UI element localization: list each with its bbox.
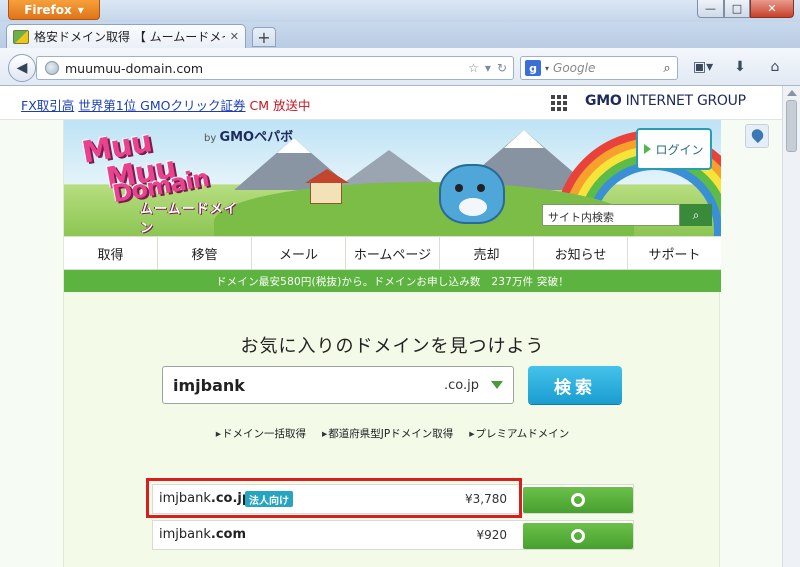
- domain-input[interactable]: imjbank: [173, 376, 444, 395]
- byline-brand: GMOペパボ: [219, 130, 294, 145]
- url-tools: ☆ ▾ ↻: [468, 61, 513, 75]
- scroll-up-icon[interactable]: [787, 90, 797, 96]
- search-icon: ⌕: [692, 207, 700, 222]
- close-window-button[interactable]: ✕: [750, 0, 794, 18]
- mascot-bear-illustration: [439, 164, 505, 224]
- dropdown-arrow-icon[interactable]: ▾: [485, 61, 491, 75]
- feedback-bubble-icon[interactable]: [745, 124, 769, 148]
- home-icon[interactable]: ⌂: [764, 57, 786, 77]
- play-arrow-icon: [644, 144, 652, 154]
- nav-item-news[interactable]: お知らせ: [534, 237, 628, 269]
- bulk-domain-link[interactable]: ドメイン一括取得: [216, 426, 306, 441]
- search-magnifier-icon[interactable]: ⌕: [657, 61, 677, 76]
- tld-dropdown-icon[interactable]: [491, 381, 503, 389]
- available-circle-icon: [571, 529, 585, 543]
- snowcap-illustration: [504, 130, 544, 148]
- minimize-icon: —: [705, 2, 716, 15]
- login-button[interactable]: ログイン: [636, 128, 712, 170]
- maximize-button[interactable]: □: [724, 0, 750, 18]
- bookmarks-icon[interactable]: ▣▾: [686, 57, 720, 77]
- vertical-scrollbar[interactable]: [782, 86, 800, 567]
- nav-item-homepage[interactable]: ホームページ: [346, 237, 440, 269]
- byline: by GMOペパボ: [204, 126, 293, 145]
- result-name: imjbank: [159, 527, 211, 542]
- login-label: ログイン: [655, 142, 704, 157]
- minimize-button[interactable]: —: [697, 0, 724, 18]
- maximize-icon: □: [731, 2, 743, 15]
- download-icon[interactable]: ⬇: [730, 57, 750, 77]
- back-arrow-icon: ◀: [16, 60, 28, 76]
- firefox-menu-button[interactable]: Firefox ▾: [8, 0, 100, 20]
- search-input[interactable]: Google: [553, 61, 653, 75]
- nav-item-mail[interactable]: メール: [252, 237, 346, 269]
- scroll-thumb[interactable]: [786, 100, 797, 152]
- tab-title: 格安ドメイン取得 【 ムームードメイ...: [34, 30, 225, 44]
- select-domain-button[interactable]: [523, 523, 633, 549]
- back-button[interactable]: ◀: [8, 54, 36, 82]
- promo-banner: ドメイン最安580円(税抜)から。ドメインお申し込み数 237万件 突破！: [64, 270, 721, 292]
- page-title: お気に入りのドメインを見つけよう: [240, 336, 545, 357]
- gmo-logo-bold: GMO: [585, 93, 622, 109]
- result-domain: imjbank.com: [159, 527, 246, 542]
- site-search: サイト内検索 ⌕: [542, 204, 716, 226]
- logo-kana: ムームードメイン: [140, 202, 238, 236]
- highlight-annotation: [146, 478, 522, 518]
- house-illustration: [305, 169, 349, 204]
- prefecture-domain-link[interactable]: 都道府県型JPドメイン取得: [322, 426, 453, 441]
- reload-icon[interactable]: ↻: [497, 61, 507, 75]
- nav-item-support[interactable]: サポート: [628, 237, 721, 269]
- tab-strip: 格安ドメイン取得 【 ムームードメイ... ✕ +: [0, 22, 800, 48]
- result-row: imjbank.com ¥920: [152, 520, 634, 550]
- url-text[interactable]: muumuu-domain.com: [65, 61, 462, 76]
- gmo-group-logo[interactable]: GMO INTERNET GROUP: [585, 93, 746, 109]
- hero-banner: Muu Muu Domain ムームードメイン by GMOペパボ ログイン サ…: [64, 120, 721, 236]
- ad-link-main[interactable]: 世界第1位 GMOクリック証券: [78, 98, 245, 113]
- domain-search-button[interactable]: 検索: [528, 366, 622, 404]
- globe-icon: [45, 61, 59, 75]
- tab-close-icon[interactable]: ✕: [230, 30, 239, 43]
- gmo-ad-bar: FX取引高 世界第1位 GMOクリック証券 CM 放送中 GMO INTERNE…: [0, 86, 782, 120]
- gmo-logo-rest: INTERNET GROUP: [625, 93, 746, 109]
- result-price: ¥920: [476, 528, 507, 542]
- site-favicon-icon: [13, 29, 29, 44]
- plus-icon: +: [257, 27, 271, 47]
- result-tld: .com: [210, 527, 246, 542]
- nav-item-acquire[interactable]: 取得: [64, 237, 158, 269]
- domain-search-field[interactable]: imjbank .co.jp: [162, 366, 514, 404]
- google-engine-icon[interactable]: g: [525, 60, 541, 76]
- nav-item-transfer[interactable]: 移管: [158, 237, 252, 269]
- page-viewport: FX取引高 世界第1位 GMOクリック証券 CM 放送中 GMO INTERNE…: [0, 86, 782, 567]
- global-nav: 取得 移管 メール ホームページ 売却 お知らせ サポート: [64, 236, 721, 270]
- star-icon[interactable]: ☆: [468, 61, 479, 75]
- tab-muumuu-domain[interactable]: 格安ドメイン取得 【 ムームードメイ... ✕: [6, 24, 246, 48]
- muumuu-site: Muu Muu Domain ムームードメイン by GMOペパボ ログイン サ…: [63, 120, 721, 567]
- available-circle-icon: [571, 493, 585, 507]
- close-icon: ✕: [767, 2, 777, 15]
- engine-dropdown-icon[interactable]: ▾: [545, 64, 549, 73]
- url-bar[interactable]: muumuu-domain.com ☆ ▾ ↻: [36, 56, 514, 80]
- site-search-input[interactable]: サイト内検索: [542, 204, 680, 226]
- navigation-toolbar: muumuu-domain.com ☆ ▾ ↻ ◀ g ▾ Google ⌕ ▣…: [0, 48, 800, 86]
- firefox-menu-label: Firefox: [24, 2, 72, 17]
- ad-link-prefix[interactable]: FX取引高: [21, 98, 74, 113]
- chevron-down-icon: ▾: [77, 2, 84, 17]
- window-titlebar: Firefox ▾ — □ ✕: [0, 0, 800, 22]
- sub-links: ドメイン一括取得 都道府県型JPドメイン取得 プレミアムドメイン: [64, 426, 721, 441]
- ad-link-suffix[interactable]: CM 放送中: [249, 98, 310, 113]
- select-domain-button[interactable]: [523, 487, 633, 513]
- search-bar[interactable]: g ▾ Google ⌕: [520, 56, 678, 80]
- premium-domain-link[interactable]: プレミアムドメイン: [469, 426, 570, 441]
- ad-link[interactable]: FX取引高 世界第1位 GMOクリック証券 CM 放送中: [21, 95, 310, 114]
- site-search-button[interactable]: ⌕: [680, 204, 712, 226]
- new-tab-button[interactable]: +: [252, 27, 276, 47]
- apps-grid-icon[interactable]: [551, 95, 567, 111]
- tld-select[interactable]: .co.jp: [444, 378, 479, 393]
- nav-item-sell[interactable]: 売却: [440, 237, 534, 269]
- byline-by: by: [204, 133, 217, 144]
